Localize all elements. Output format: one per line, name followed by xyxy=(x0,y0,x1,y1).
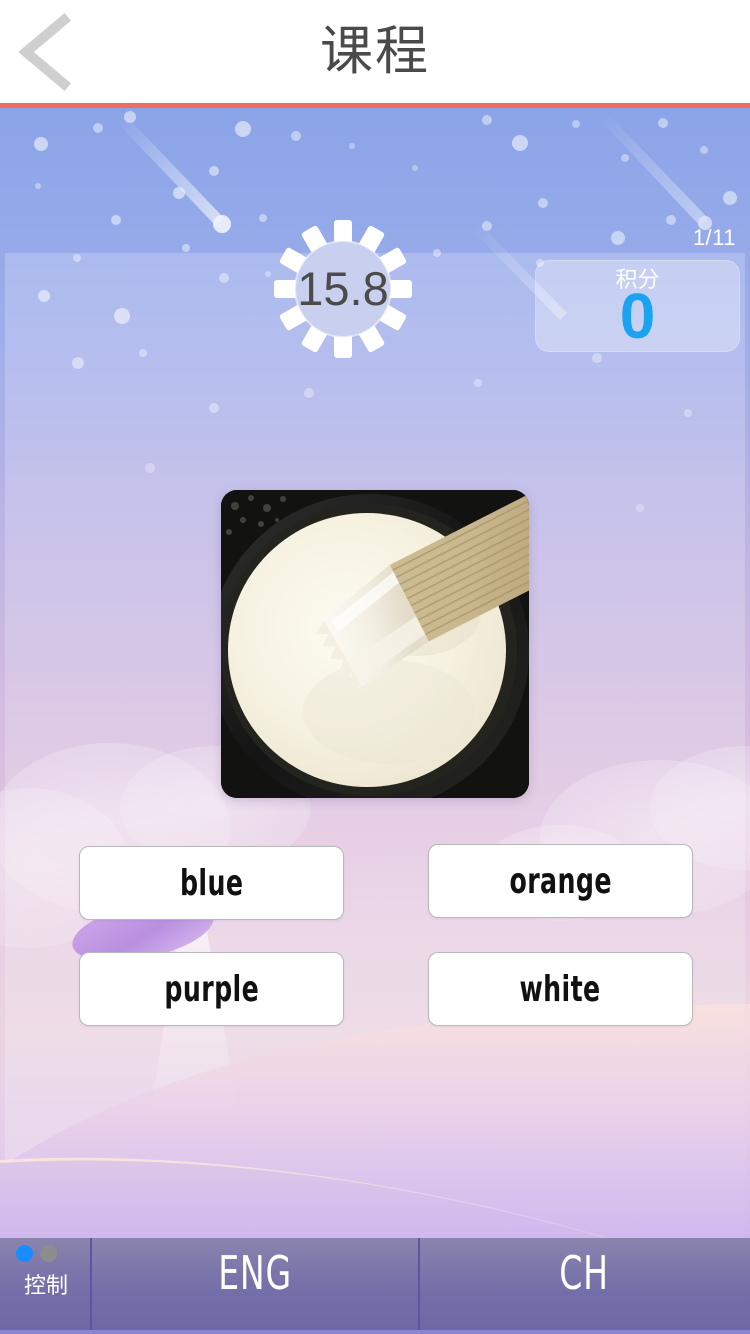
score-value: 0 xyxy=(619,280,656,352)
language-button-eng[interactable]: ENG xyxy=(92,1238,420,1334)
answer-option-label: blue xyxy=(179,862,244,904)
paint-can-photo xyxy=(221,490,529,798)
language-button-ch-label: CH xyxy=(559,1246,609,1300)
control-button[interactable]: 控制 xyxy=(0,1238,92,1334)
question-counter: 1/11 xyxy=(692,225,736,250)
answer-option-label: white xyxy=(519,968,602,1010)
language-button-ch[interactable]: CH xyxy=(420,1238,748,1334)
answer-option-3[interactable]: purple xyxy=(79,952,344,1026)
bottom-navigation-bar: 控制 ENG CH xyxy=(0,1238,750,1334)
timer-value: 15.8 xyxy=(297,262,389,315)
question-image[interactable] xyxy=(221,490,529,798)
app-header: 课程 xyxy=(0,0,750,103)
page-title: 课程 xyxy=(320,21,430,82)
answer-option-label: orange xyxy=(509,860,612,902)
answer-option-4[interactable]: white xyxy=(428,952,693,1026)
status-dot-inactive xyxy=(40,1245,57,1262)
status-dot-active xyxy=(16,1245,33,1262)
score-panel: 积分 0 xyxy=(535,260,740,352)
connection-status-dots xyxy=(16,1245,57,1262)
answer-option-1[interactable]: blue xyxy=(79,846,344,920)
countdown-timer: 15.8 xyxy=(272,218,414,360)
control-button-label: 控制 xyxy=(23,1274,68,1299)
quiz-stage: 15.8 1/11 积分 0 blue orange purple white xyxy=(0,108,750,1238)
bottom-edge-line xyxy=(0,1330,750,1334)
answer-option-label: purple xyxy=(164,968,259,1010)
language-button-eng-label: ENG xyxy=(218,1246,292,1300)
answer-option-2[interactable]: orange xyxy=(428,844,693,918)
lesson-quiz-screen: 课程 15.8 1/11 积分 0 blue orange purple whi… xyxy=(0,0,750,1334)
